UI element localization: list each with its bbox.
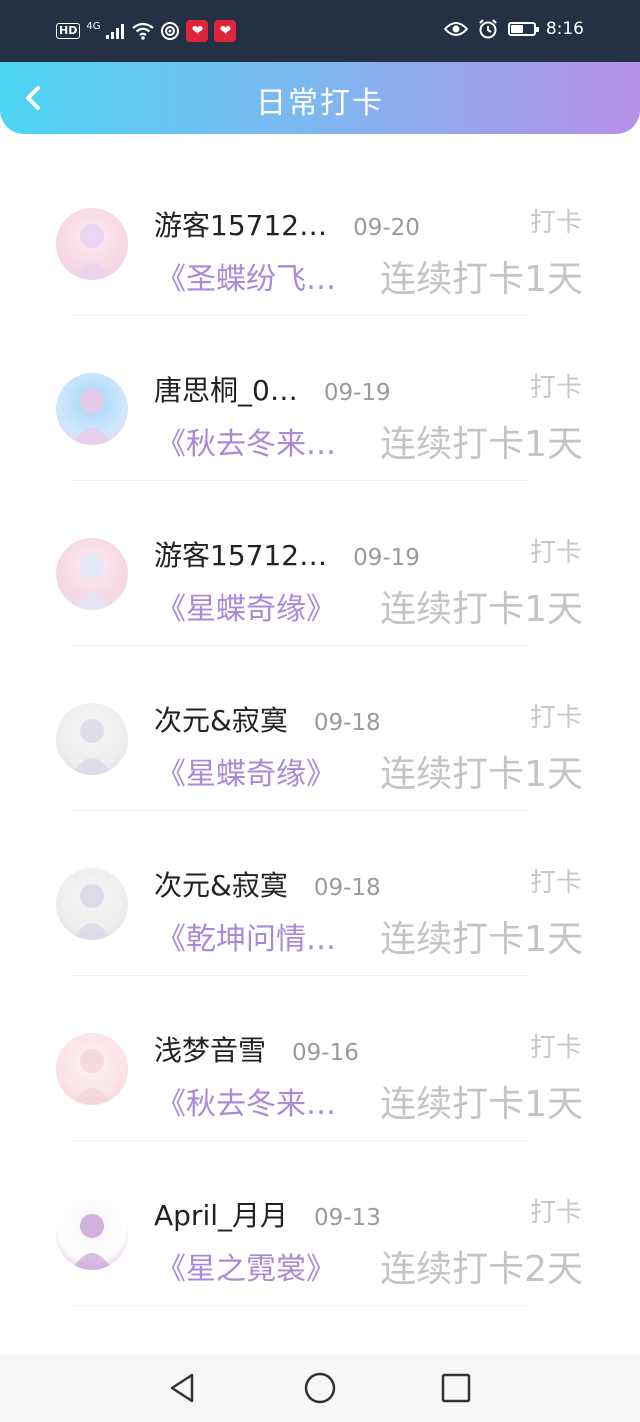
book-title[interactable]: 《乾坤问情… [156,914,336,958]
book-title[interactable]: 《秋去冬来… [156,1079,336,1123]
streak-label: 连续打卡1天 [380,1084,583,1125]
page-header: 日常打卡 [0,62,640,134]
checkin-date: 09-19 [323,380,391,406]
status-bar: HD 4G ❤ ❤ 8:16 [0,0,640,62]
streak-label: 连续打卡1天 [380,919,583,960]
alarm-icon [479,19,497,39]
avatar[interactable] [56,373,128,445]
checkin-button[interactable]: 打卡 [530,532,582,569]
book-title[interactable]: 《圣蝶纷飞… [156,254,336,298]
avatar-figure-icon [72,224,112,280]
checkin-date: 09-18 [313,710,381,736]
username-text: 浅梦音雪 [154,1034,267,1067]
app-notification-icon-2: ❤ [214,20,237,42]
checkin-list: 游客15712… 09-20 《圣蝶纷飞… 连续打卡1天 打卡 唐思桐_0… 09-19 《秋… [0,150,640,1306]
network-type-label: 4G [86,21,101,32]
username-text: April_月月 [154,1199,288,1232]
avatar[interactable] [56,208,128,280]
streak-label: 连续打卡1天 [380,259,583,300]
clock-time: 8:16 [545,19,584,39]
avatar[interactable] [56,703,128,775]
username: 游客15712… 09-20 [154,204,420,244]
book-title[interactable]: 《秋去冬来… [156,419,336,463]
book-title[interactable]: 《星蝶奇缘》 [156,584,336,628]
back-triangle-icon[interactable] [164,1370,200,1406]
checkin-button[interactable]: 打卡 [530,1027,582,1064]
checkin-button[interactable]: 打卡 [530,202,582,239]
username: 游客15712… 09-19 [154,534,420,574]
checkin-date: 09-16 [292,1040,359,1066]
status-left-group: HD 4G ❤ ❤ [56,20,237,42]
streak-label: 连续打卡1天 [380,424,583,465]
avatar[interactable] [56,538,128,610]
streak-label: 连续打卡1天 [380,754,583,795]
battery-level [510,25,523,33]
avatar-figure-icon [72,554,112,610]
username: 唐思桐_0… 09-19 [154,369,391,409]
username-text: 唐思桐_0… [154,374,298,407]
avatar-figure-icon [72,719,112,775]
checkin-date: 09-20 [353,215,420,241]
avatar-figure-icon [72,1049,112,1105]
username: April_月月 09-13 [154,1194,381,1234]
username-text: 游客15712… [154,209,328,242]
username-text: 次元&寂寞 [154,869,288,902]
avatar-figure-icon [72,1214,112,1270]
hd-icon: HD [56,23,81,39]
checkin-date: 09-18 [313,875,381,901]
avatar-figure-icon [72,389,112,445]
book-title[interactable]: 《星之霓裳》 [156,1244,336,1288]
username-text: 游客15712… [154,539,328,572]
book-title[interactable]: 《星蝶奇缘》 [156,749,336,793]
avatar[interactable] [56,868,128,940]
streak-label: 连续打卡2天 [380,1249,583,1290]
hotspot-icon [161,22,180,40]
streak-label: 连续打卡1天 [380,589,583,630]
avatar[interactable] [56,1033,128,1105]
checkin-row[interactable]: 浅梦音雪 09-16 《秋去冬来… 连续打卡1天 打卡 [0,975,640,1141]
checkin-date: 09-19 [353,545,420,571]
checkin-date: 09-13 [314,1205,381,1231]
checkin-row[interactable]: 游客15712… 09-19 《星蝶奇缘》 连续打卡1天 打卡 [0,480,640,646]
signal-icon [106,24,125,39]
username: 次元&寂寞 09-18 [154,864,381,904]
checkin-button[interactable]: 打卡 [530,697,582,734]
checkin-button[interactable]: 打卡 [530,367,582,404]
username: 浅梦音雪 09-16 [154,1029,359,1069]
battery-icon [507,22,539,36]
avatar[interactable] [56,1198,128,1270]
wifi-icon [132,22,155,40]
checkin-row[interactable]: 游客15712… 09-20 《圣蝶纷飞… 连续打卡1天 打卡 [0,150,640,316]
home-circle-icon[interactable] [302,1370,338,1406]
page-title: 日常打卡 [256,86,384,121]
username: 次元&寂寞 09-18 [154,699,381,739]
checkin-row[interactable]: 次元&寂寞 09-18 《乾坤问情… 连续打卡1天 打卡 [0,810,640,976]
checkin-row[interactable]: 次元&寂寞 09-18 《星蝶奇缘》 连续打卡1天 打卡 [0,645,640,811]
avatar-figure-icon [72,884,112,940]
row-divider [72,1305,530,1306]
eye-icon [443,22,468,36]
app-notification-icon: ❤ [186,20,209,42]
checkin-row[interactable]: 唐思桐_0… 09-19 《秋去冬来… 连续打卡1天 打卡 [0,315,640,481]
system-nav-bar [0,1354,640,1422]
status-right-group: 8:16 [443,19,584,39]
checkin-row[interactable]: April_月月 09-13 《星之霓裳》 连续打卡2天 打卡 [0,1140,640,1306]
checkin-button[interactable]: 打卡 [530,1192,582,1229]
username-text: 次元&寂寞 [154,704,288,737]
recents-square-icon[interactable] [438,1370,474,1406]
checkin-button[interactable]: 打卡 [530,862,582,899]
